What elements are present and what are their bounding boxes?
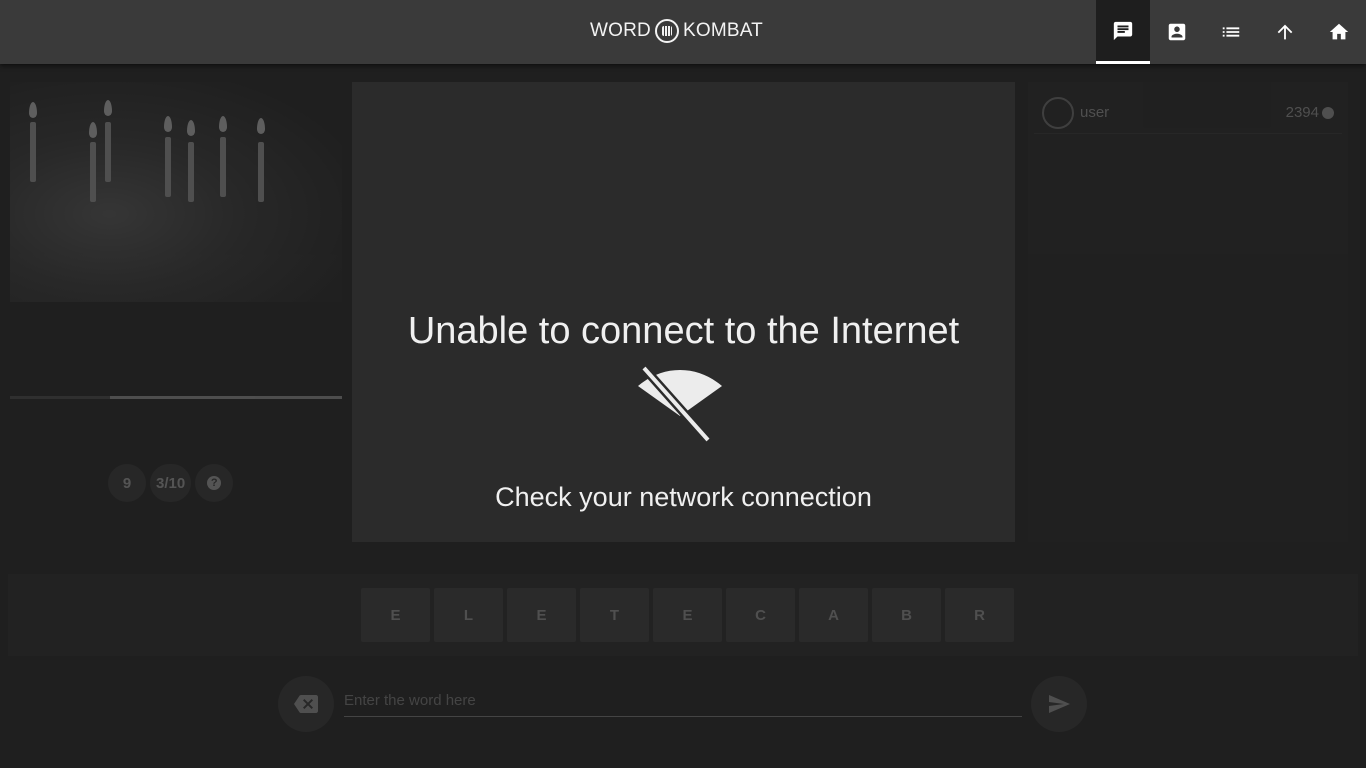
coin-icon bbox=[1322, 106, 1334, 119]
dialog-title: Unable to connect to the Internet bbox=[407, 310, 960, 352]
send-icon bbox=[1049, 695, 1070, 713]
help-button[interactable]: ? bbox=[195, 464, 234, 502]
letter-tiles: ELETECABR bbox=[361, 588, 1014, 642]
round-image bbox=[10, 82, 342, 302]
letter-tile[interactable]: E bbox=[653, 588, 722, 642]
nav-chat-button[interactable] bbox=[1096, 0, 1150, 64]
timer-bar bbox=[10, 396, 342, 399]
player-name: user bbox=[1080, 104, 1110, 121]
connection-error-dialog: Unable to connect to the Internet Check … bbox=[352, 82, 1015, 542]
letter-tile[interactable]: A bbox=[799, 588, 868, 642]
nav-bar bbox=[1096, 0, 1366, 64]
top-bar: WORD KOMBAT bbox=[0, 0, 1366, 64]
dialog-subtitle: Check your network connection bbox=[495, 482, 872, 512]
letter-tile[interactable]: R bbox=[945, 588, 1014, 642]
players-panel: user 2394 bbox=[1028, 82, 1348, 542]
help-icon: ? bbox=[207, 476, 222, 490]
letter-tile[interactable]: B bbox=[872, 588, 941, 642]
nav-list-button[interactable] bbox=[1204, 0, 1258, 64]
app-logo[interactable]: WORD KOMBAT bbox=[590, 16, 763, 46]
logo-text-right: KOMBAT bbox=[682, 20, 763, 41]
player-row[interactable]: user 2394 bbox=[1034, 92, 1342, 134]
round-stats: 9 3/10 ? bbox=[108, 464, 234, 502]
word-input[interactable] bbox=[344, 684, 1022, 717]
fist-logo-icon bbox=[654, 19, 679, 43]
nav-profile-button[interactable] bbox=[1150, 0, 1204, 64]
letter-tile[interactable]: E bbox=[361, 588, 430, 642]
timer-bar-fill bbox=[10, 396, 110, 399]
level-badge: 9 bbox=[108, 464, 146, 502]
letter-tile[interactable]: E bbox=[507, 588, 576, 642]
round-progress-badge: 3/10 bbox=[150, 464, 192, 502]
logo-text-left: WORD bbox=[590, 20, 651, 41]
backspace-button[interactable] bbox=[278, 676, 334, 732]
player-score-value: 2394 bbox=[1285, 104, 1319, 121]
wifi-off-icon bbox=[638, 366, 722, 443]
letter-tile[interactable]: C bbox=[726, 588, 795, 642]
round-panel: 9 3/10 ? bbox=[0, 64, 352, 564]
nav-home-button[interactable] bbox=[1312, 0, 1366, 64]
player-score: 2394 bbox=[1286, 104, 1334, 121]
letter-tile[interactable]: L bbox=[434, 588, 503, 642]
backspace-icon bbox=[294, 695, 318, 713]
arrow-up-icon bbox=[1277, 24, 1293, 40]
contact-card-icon bbox=[1168, 23, 1186, 41]
home-icon bbox=[1329, 23, 1349, 40]
word-input-row bbox=[0, 676, 1366, 736]
letters-bar: ELETECABR bbox=[8, 574, 1358, 656]
avatar bbox=[1042, 96, 1074, 129]
nav-up-button[interactable] bbox=[1258, 0, 1312, 64]
list-icon bbox=[1222, 27, 1240, 37]
chat-icon bbox=[1113, 21, 1133, 40]
letter-tile[interactable]: T bbox=[580, 588, 649, 642]
send-button[interactable] bbox=[1031, 676, 1087, 732]
